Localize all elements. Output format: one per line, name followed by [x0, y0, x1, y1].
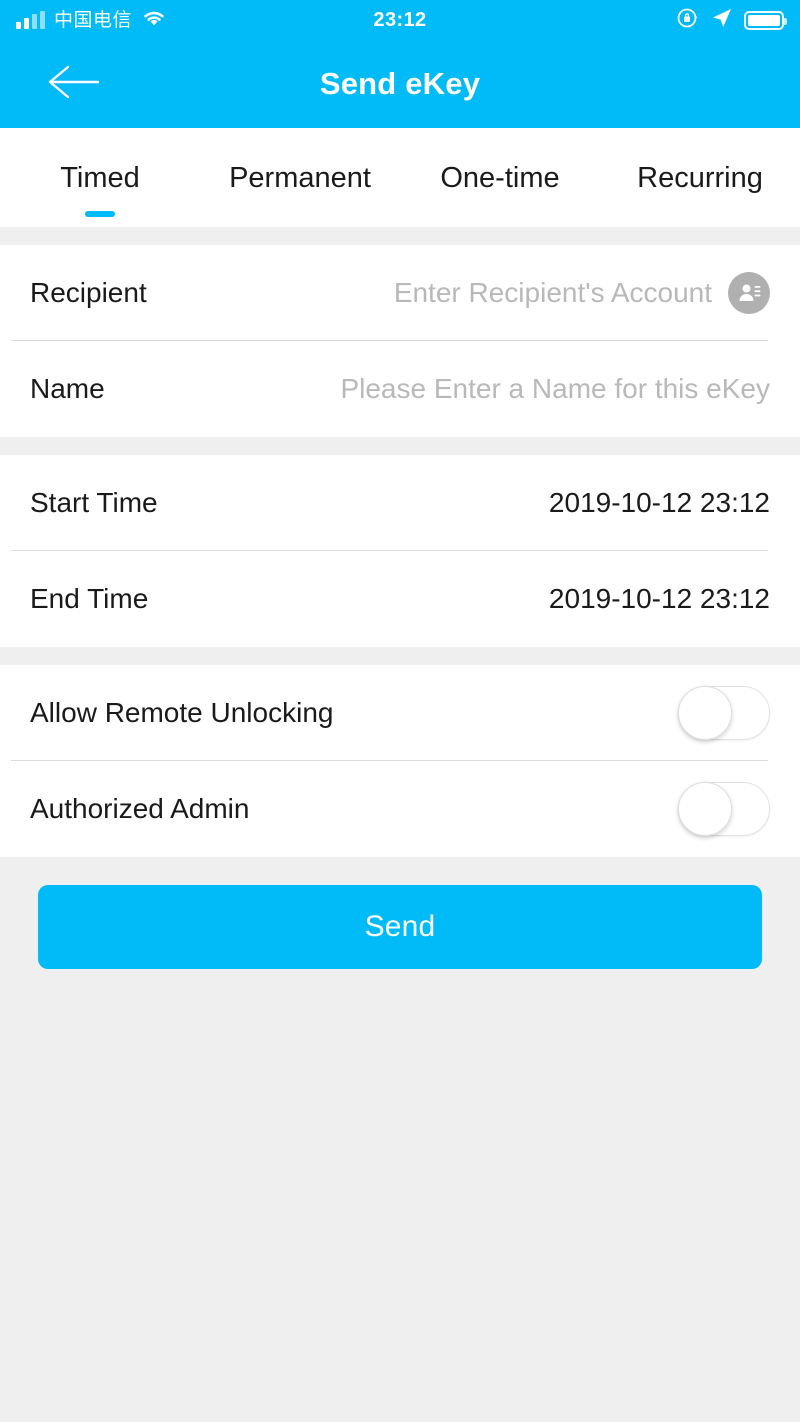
tab-one-time-label: One-time — [440, 162, 560, 194]
recipient-section: Recipient Enter Recipient's Account Name — [0, 245, 800, 437]
start-time-label: Start Time — [30, 487, 158, 518]
footer: Send — [0, 857, 800, 969]
contact-picker-icon[interactable] — [728, 272, 770, 314]
toggle-knob — [678, 782, 732, 836]
allow-remote-unlocking-label: Allow Remote Unlocking — [30, 697, 334, 728]
name-input[interactable]: Please Enter a Name for this eKey — [340, 373, 770, 405]
tab-timed[interactable]: Timed — [0, 158, 200, 227]
wifi-icon — [141, 8, 167, 33]
tab-recurring-label: Recurring — [637, 162, 763, 194]
tab-one-time[interactable]: One-time — [400, 158, 600, 227]
toggle-knob — [678, 686, 732, 740]
status-bar: 中国电信 23:12 — [0, 0, 800, 40]
status-bar-left: 中国电信 — [16, 8, 167, 33]
tab-bar: Timed Permanent One-time Recurring — [0, 128, 800, 227]
app-root: 中国电信 23:12 Send eKey Timed Permanent One… — [0, 0, 800, 1422]
recipient-right: Enter Recipient's Account — [394, 272, 770, 314]
authorized-admin-right — [678, 782, 770, 836]
end-time-label: End Time — [30, 583, 149, 614]
carrier-label: 中国电信 — [54, 9, 133, 31]
authorized-admin-toggle[interactable] — [678, 782, 770, 836]
name-row[interactable]: Name Please Enter a Name for this eKey — [0, 341, 800, 437]
end-time-row[interactable]: End Time 2019-10-12 23:12 — [0, 551, 800, 647]
nav-bar: Send eKey — [0, 40, 800, 128]
tab-recurring[interactable]: Recurring — [600, 158, 800, 227]
section-divider — [0, 227, 800, 245]
page-title: Send eKey — [319, 66, 481, 101]
signal-bars-icon — [16, 10, 45, 29]
options-section: Allow Remote Unlocking Authorized Admin — [0, 665, 800, 857]
send-button[interactable]: Send — [38, 885, 762, 969]
authorized-admin-row[interactable]: Authorized Admin — [0, 761, 800, 857]
back-arrow-icon — [46, 59, 102, 110]
tab-permanent[interactable]: Permanent — [200, 158, 400, 227]
name-right: Please Enter a Name for this eKey — [340, 373, 770, 405]
battery-icon — [744, 10, 787, 30]
allow-remote-unlocking-row[interactable]: Allow Remote Unlocking — [0, 665, 800, 761]
section-divider — [0, 647, 800, 665]
tab-timed-label: Timed — [60, 162, 140, 194]
status-bar-right — [676, 6, 787, 35]
recipient-label: Recipient — [30, 277, 147, 308]
recipient-row[interactable]: Recipient Enter Recipient's Account — [0, 245, 800, 341]
authorized-admin-label: Authorized Admin — [30, 793, 250, 824]
tab-active-indicator — [85, 211, 115, 217]
start-time-value[interactable]: 2019-10-12 23:12 — [549, 487, 770, 519]
end-time-value[interactable]: 2019-10-12 23:12 — [549, 583, 770, 615]
name-label: Name — [30, 373, 105, 404]
end-time-right: 2019-10-12 23:12 — [549, 583, 770, 615]
allow-remote-unlocking-toggle[interactable] — [678, 686, 770, 740]
start-time-right: 2019-10-12 23:12 — [549, 487, 770, 519]
location-arrow-icon — [711, 7, 733, 34]
recipient-input[interactable]: Enter Recipient's Account — [394, 277, 712, 309]
start-time-row[interactable]: Start Time 2019-10-12 23:12 — [0, 455, 800, 551]
rotation-lock-icon — [676, 6, 700, 35]
time-section: Start Time 2019-10-12 23:12 End Time 201… — [0, 455, 800, 647]
section-divider — [0, 437, 800, 455]
back-button[interactable] — [38, 54, 110, 114]
allow-remote-unlocking-right — [678, 686, 770, 740]
tab-permanent-label: Permanent — [229, 162, 371, 194]
